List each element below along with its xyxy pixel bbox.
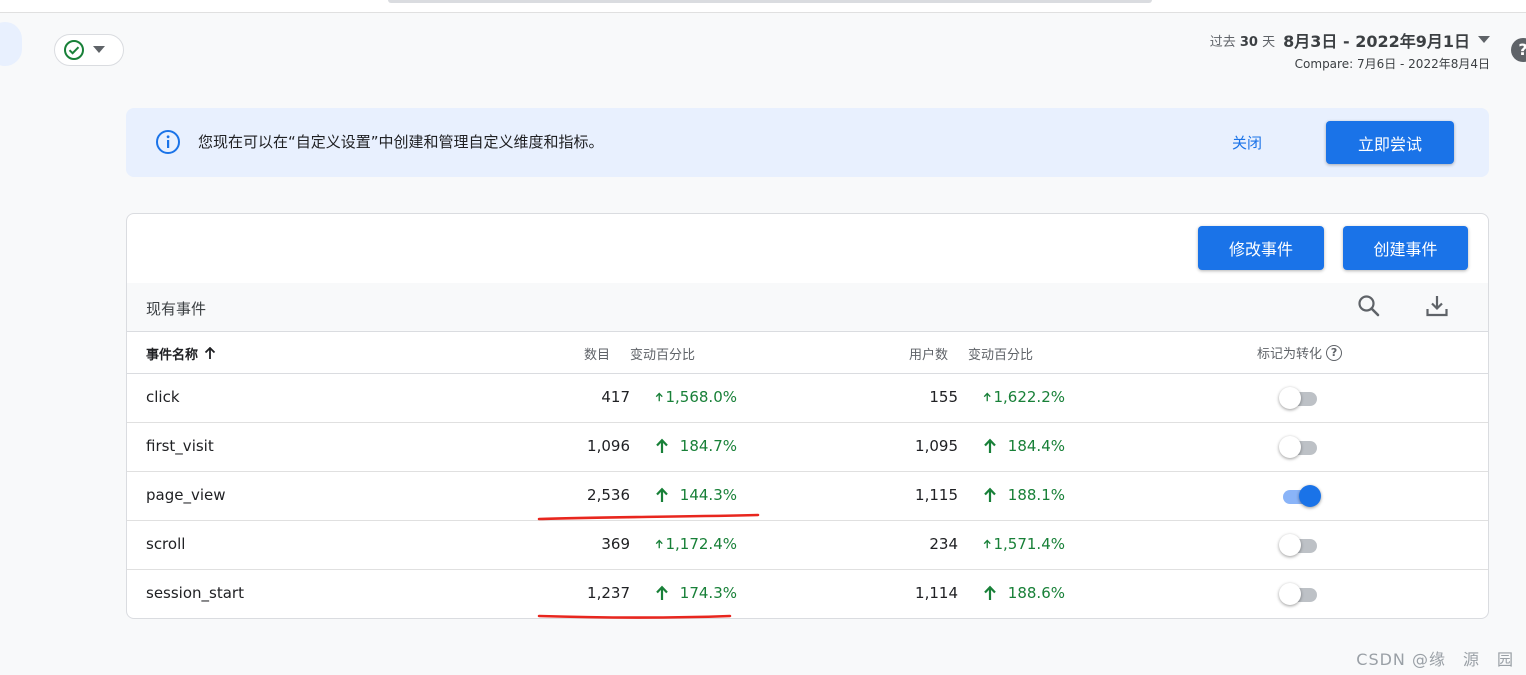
conversion-toggle[interactable]: [1279, 485, 1321, 507]
event-name[interactable]: click: [146, 388, 180, 406]
info-icon: [156, 130, 180, 154]
count-change-value: 184.7%: [679, 437, 737, 455]
arrow-up-icon: [984, 487, 996, 502]
users-change-value: 188.6%: [1007, 584, 1065, 602]
info-banner: 您现在可以在“自定义设置”中创建和管理自定义维度和指标。 关闭 立即尝试: [126, 108, 1489, 177]
download-icon[interactable]: [1424, 293, 1450, 319]
arrow-up-icon: [655, 539, 663, 549]
events-card: 修改事件 创建事件 现有事件 事件名称 数目 变动百分比 用户数 变动百分比 标…: [126, 213, 1489, 619]
toggle-knob: [1299, 485, 1321, 507]
table-row[interactable]: session_start 1,237 174.3% 1,114 188.6%: [127, 569, 1488, 618]
event-count: 2,536: [587, 486, 630, 504]
col-mark-conversion: 标记为转化 ?: [1257, 343, 1343, 362]
banner-message: 您现在可以在“自定义设置”中创建和管理自定义维度和指标。: [198, 133, 604, 151]
count-change-value: 144.3%: [679, 486, 737, 504]
arrow-up-icon: [983, 539, 991, 549]
col-event-name[interactable]: 事件名称: [146, 344, 216, 363]
compare-range: Compare: 7月6日 - 2022年8月4日: [1294, 57, 1490, 71]
check-circle-icon: [64, 40, 84, 60]
watermark: CSDN @缘 源 园: [1356, 650, 1514, 669]
card-actions: 修改事件 创建事件: [127, 214, 1488, 284]
table-row[interactable]: scroll 369 1,172.4% 234 1,571.4%: [127, 520, 1488, 570]
section-title: 现有事件: [146, 300, 207, 318]
arrow-up-icon: [655, 392, 663, 402]
date-range-picker[interactable]: 过去 30 天 8月3日 - 2022年9月1日 Compare: 7月6日 -…: [1210, 28, 1490, 72]
col-users-change[interactable]: 变动百分比: [968, 344, 1033, 363]
users-change-value: 184.4%: [1007, 437, 1065, 455]
table-header: 事件名称 数目 变动百分比 用户数 变动百分比 标记为转化 ?: [127, 331, 1488, 374]
left-nav-active-pill[interactable]: [0, 22, 22, 66]
conversion-toggle[interactable]: [1279, 387, 1321, 409]
user-count: 1,115: [915, 486, 958, 504]
col-count[interactable]: 数目: [584, 344, 610, 363]
arrow-up-icon: [204, 347, 216, 359]
col-users[interactable]: 用户数: [909, 344, 948, 363]
arrow-up-icon: [984, 438, 996, 453]
event-count: 1,096: [587, 437, 630, 455]
event-count: 1,237: [587, 584, 630, 602]
top-search-edge: [388, 0, 1152, 3]
count-change: 144.3%: [655, 486, 737, 504]
count-change-value: 1,172.4%: [665, 535, 737, 553]
toggle-knob: [1279, 534, 1301, 556]
arrow-up-icon: [984, 585, 996, 600]
banner-close-link[interactable]: 关闭: [1232, 132, 1262, 153]
users-change-value: 1,571.4%: [993, 535, 1065, 553]
conversion-toggle[interactable]: [1279, 534, 1321, 556]
event-count: 369: [601, 535, 630, 553]
count-change-value: 174.3%: [679, 584, 737, 602]
count-change: 184.7%: [655, 437, 737, 455]
status-dropdown[interactable]: [54, 34, 124, 66]
col-event-name-label: 事件名称: [146, 348, 199, 363]
users-change: 1,571.4%: [983, 535, 1065, 553]
table-row[interactable]: click 417 1,568.0% 155 1,622.2%: [127, 373, 1488, 423]
create-event-button[interactable]: 创建事件: [1343, 226, 1468, 270]
modify-event-button[interactable]: 修改事件: [1198, 226, 1324, 270]
users-change: 1,622.2%: [983, 388, 1065, 406]
try-now-button[interactable]: 立即尝试: [1326, 121, 1454, 164]
toggle-knob: [1279, 583, 1301, 605]
event-name[interactable]: scroll: [146, 535, 185, 553]
col-count-change[interactable]: 变动百分比: [630, 344, 695, 363]
toggle-knob: [1279, 387, 1301, 409]
existing-events-header: 现有事件: [127, 283, 1488, 332]
search-icon[interactable]: [1356, 293, 1382, 319]
conversion-toggle[interactable]: [1279, 583, 1321, 605]
users-change: 188.6%: [983, 584, 1065, 602]
arrow-up-icon: [983, 392, 991, 402]
event-count: 417: [601, 388, 630, 406]
arrow-up-icon: [656, 487, 668, 502]
user-count: 155: [929, 388, 958, 406]
users-change-value: 1,622.2%: [993, 388, 1065, 406]
event-name[interactable]: page_view: [146, 486, 226, 504]
date-range-text: 8月3日 - 2022年9月1日: [1283, 32, 1470, 51]
caret-down-icon: [93, 46, 105, 53]
help-icon[interactable]: ?: [1511, 38, 1526, 62]
event-name[interactable]: session_start: [146, 584, 244, 602]
event-name[interactable]: first_visit: [146, 437, 214, 455]
conversion-toggle[interactable]: [1279, 436, 1321, 458]
table-row[interactable]: first_visit 1,096 184.7% 1,095 184.4%: [127, 422, 1488, 472]
count-change-value: 1,568.0%: [665, 388, 737, 406]
caret-down-icon: [1478, 36, 1490, 43]
arrow-up-icon: [656, 585, 668, 600]
count-change: 174.3%: [655, 584, 737, 602]
help-icon[interactable]: ?: [1326, 344, 1343, 361]
users-change: 184.4%: [983, 437, 1065, 455]
toggle-knob: [1279, 436, 1301, 458]
arrow-up-icon: [656, 438, 668, 453]
user-count: 1,114: [915, 584, 958, 602]
count-change: 1,568.0%: [655, 388, 737, 406]
user-count: 234: [929, 535, 958, 553]
table-row[interactable]: page_view 2,536 144.3% 1,115 188.1%: [127, 471, 1488, 521]
col-mark-conversion-label: 标记为转化: [1257, 347, 1323, 362]
users-change-value: 188.1%: [1007, 486, 1065, 504]
date-preset: 过去 30 天: [1209, 34, 1276, 50]
user-count: 1,095: [915, 437, 958, 455]
users-change: 188.1%: [983, 486, 1065, 504]
count-change: 1,172.4%: [655, 535, 737, 553]
